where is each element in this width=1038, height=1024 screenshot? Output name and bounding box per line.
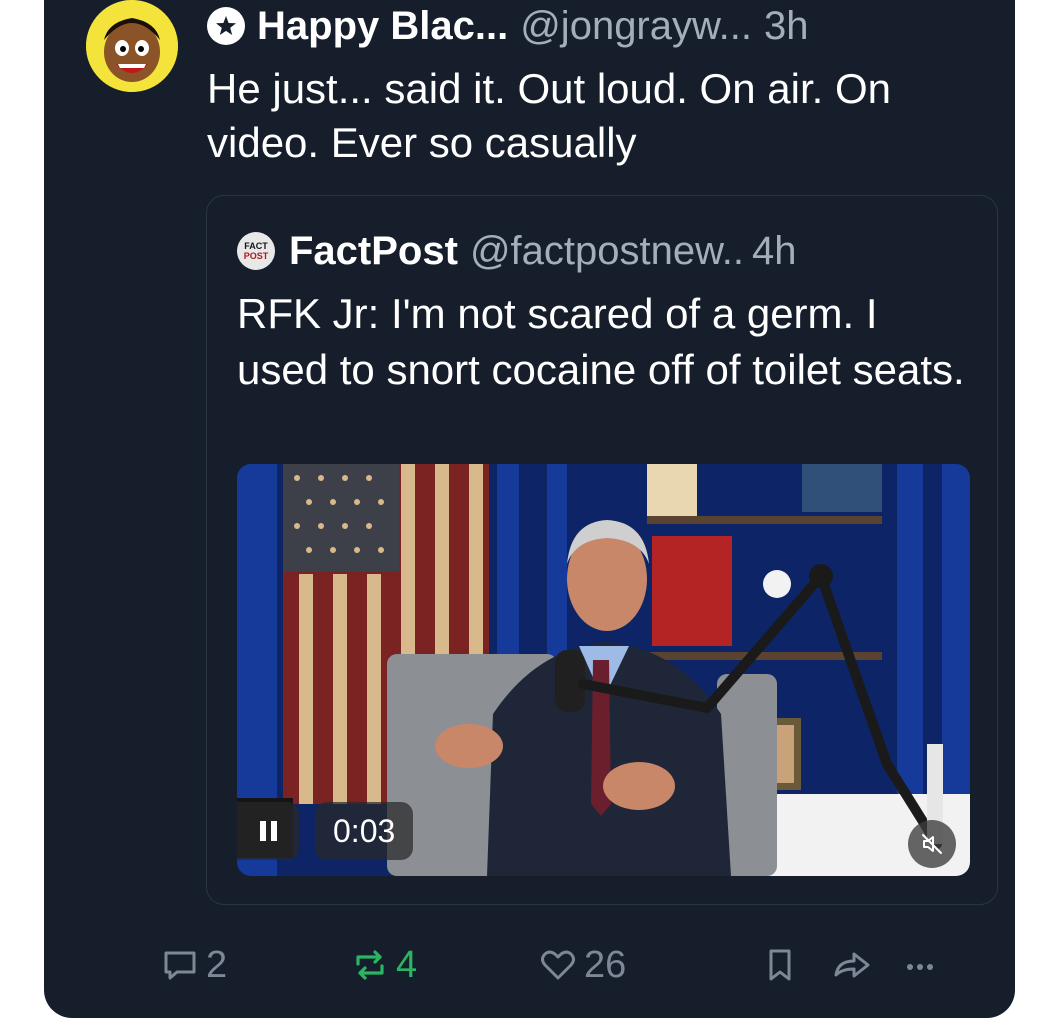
speech-bubble-icon [164,951,196,980]
quoted-author-handle[interactable]: @factpostnew.. [470,229,744,274]
quoted-post[interactable]: FACT POST FactPost @factpostnew.. 4h RFK… [206,195,998,905]
share-button[interactable] [830,940,874,990]
repost-icon [356,950,384,980]
repost-button[interactable]: 4 [350,940,417,990]
like-button[interactable]: 26 [538,940,626,990]
pause-button[interactable] [237,802,299,860]
video-timestamp: 0:03 [315,802,414,860]
mute-toggle-button[interactable] [908,820,956,868]
star-badge-icon [207,7,245,45]
cartoon-face-avatar-icon [86,0,178,92]
ellipsis-icon [907,964,933,970]
post-actions-bar: 2 4 26 [0,940,1038,990]
bookmark-icon [769,949,791,981]
factpost-logo-icon: FACT POST [237,232,275,270]
video-player[interactable]: 0:03 [237,464,970,876]
post-header: Happy Blac... @jongrayw... 3h [207,2,809,50]
share-arrow-icon [834,952,870,978]
author-handle[interactable]: @jongrayw... [520,2,752,50]
quoted-post-time: 4h [752,228,797,273]
pause-icon [259,821,266,841]
heart-icon [541,950,575,980]
post-text: He just... said it. Out loud. On air. On… [207,65,891,166]
quoted-post-text: RFK Jr: I'm not scared of a germ. I used… [237,290,965,393]
reply-button[interactable]: 2 [160,940,227,990]
post-time: 3h [764,4,809,48]
repost-count: 4 [396,943,418,986]
author-name[interactable]: Happy Blac... [257,2,508,50]
bookmark-button[interactable] [760,940,800,990]
reply-count: 2 [206,943,228,986]
more-options-button[interactable] [900,940,940,990]
author-avatar[interactable] [86,0,178,92]
like-count: 26 [584,943,627,986]
quoted-author-name[interactable]: FactPost [289,229,458,274]
speaker-muted-icon [922,834,942,854]
quoted-post-header: FACT POST FactPost @factpostnew.. 4h [237,226,797,276]
